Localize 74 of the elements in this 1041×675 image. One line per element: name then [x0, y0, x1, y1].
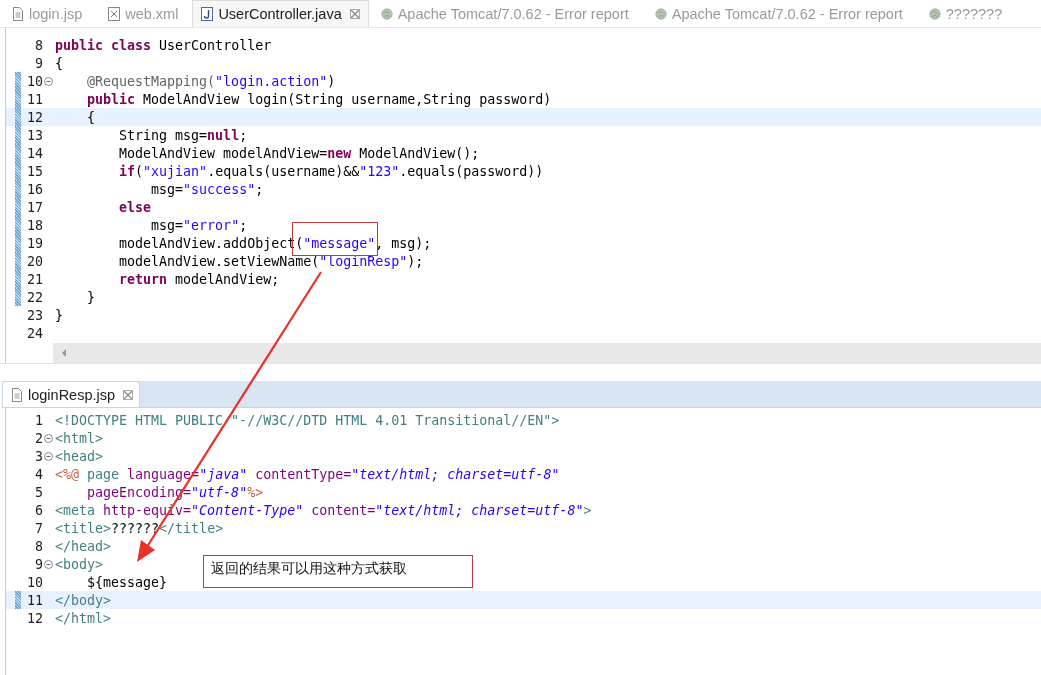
code-line: </body>	[55, 592, 112, 608]
line-number: 19	[26, 235, 43, 251]
editor-tab[interactable]: loginResp.jsp	[2, 381, 141, 407]
code-line: <head>	[55, 448, 104, 464]
line-number: 15	[26, 163, 43, 179]
code-line: </html>	[55, 610, 112, 626]
line-number: 1	[34, 412, 43, 428]
code-line: else	[118, 199, 152, 215]
line-number: 3	[34, 448, 43, 464]
code-line: msg="success";	[150, 181, 264, 197]
editor-tab[interactable]: ???????	[916, 0, 1017, 27]
code-line: }	[55, 307, 63, 323]
collapse-icon[interactable]	[44, 433, 53, 443]
editor-tab[interactable]: web.xml	[96, 0, 193, 27]
editor-tab[interactable]: login.jsp	[0, 0, 97, 27]
line-number: 12	[26, 610, 43, 626]
collapse-icon[interactable]	[44, 451, 53, 461]
editor-tab[interactable]: Apache Tomcat/7.0.62 - Error report	[642, 0, 917, 27]
line-number: 4	[34, 466, 43, 482]
line-number: 11	[26, 592, 43, 608]
close-icon[interactable]	[349, 9, 360, 19]
xml-file-icon	[108, 6, 121, 21]
line-number: 21	[26, 271, 43, 287]
code-line: modelAndView.setViewName("loginResp");	[118, 253, 424, 269]
code-line: ${message}	[86, 574, 168, 590]
code-line: msg="error";	[150, 217, 248, 233]
line-number: 8	[34, 538, 43, 554]
line-number: 2	[34, 430, 43, 446]
close-icon[interactable]	[123, 389, 134, 400]
callout-note: 返回的结果可以用这种方式获取	[203, 555, 473, 588]
file-icon	[12, 6, 24, 21]
java-file-icon	[201, 7, 214, 21]
line-number: 5	[34, 484, 43, 500]
line-number: 23	[26, 307, 43, 323]
file-icon	[11, 387, 23, 402]
code-line: String msg=null;	[118, 127, 248, 143]
line-number: 7	[34, 520, 43, 536]
collapse-icon[interactable]	[44, 76, 53, 86]
line-number: 14	[26, 145, 43, 161]
line-number: 8	[34, 37, 43, 53]
line-number: 6	[34, 502, 43, 518]
line-number: 18	[26, 217, 43, 233]
code-line: public class UserController	[55, 37, 272, 53]
line-number: 20	[26, 253, 43, 269]
line-number: 10	[26, 574, 43, 590]
line-number: 13	[26, 127, 43, 143]
line-number: 17	[26, 199, 43, 215]
code-line: }	[86, 289, 96, 305]
line-number: 11	[26, 91, 43, 107]
line-number: 24	[26, 325, 43, 341]
code-line: public ModelAndView login(String username,String password)	[86, 91, 552, 107]
code-line: ModelAndView modelAndView=new ModelAndView();	[118, 145, 480, 161]
editor-tab[interactable]: UserController.java	[192, 0, 369, 27]
code-line: @RequestMapping("login.action")	[86, 73, 336, 89]
globe-icon	[654, 6, 667, 21]
code-line: {	[55, 55, 63, 71]
code-line: if("xujian".equals(username)&&"123".equals(password))	[118, 163, 544, 179]
line-number: 9	[34, 55, 43, 71]
editor-tab[interactable]: Apache Tomcat/7.0.62 - Error report	[368, 0, 643, 27]
line-number: 16	[26, 181, 43, 197]
line-number: 22	[26, 289, 43, 305]
code-line: {	[86, 109, 96, 125]
code-line: return modelAndView;	[118, 271, 280, 287]
code-line: <body>	[55, 556, 104, 572]
line-number: 9	[34, 556, 43, 572]
globe-icon	[928, 6, 941, 21]
code-line: </head>	[55, 538, 112, 554]
code-line: <!DOCTYPE HTML PUBLIC "-//W3C//DTD HTML 4.01 Transitional//EN">	[55, 412, 560, 428]
line-number: 12	[26, 109, 43, 125]
horizontal-scrollbar[interactable]	[53, 343, 1041, 363]
line-number: 10	[26, 73, 43, 89]
globe-icon	[380, 6, 393, 21]
collapse-icon[interactable]	[44, 559, 53, 569]
code-line: <html>	[55, 430, 104, 446]
